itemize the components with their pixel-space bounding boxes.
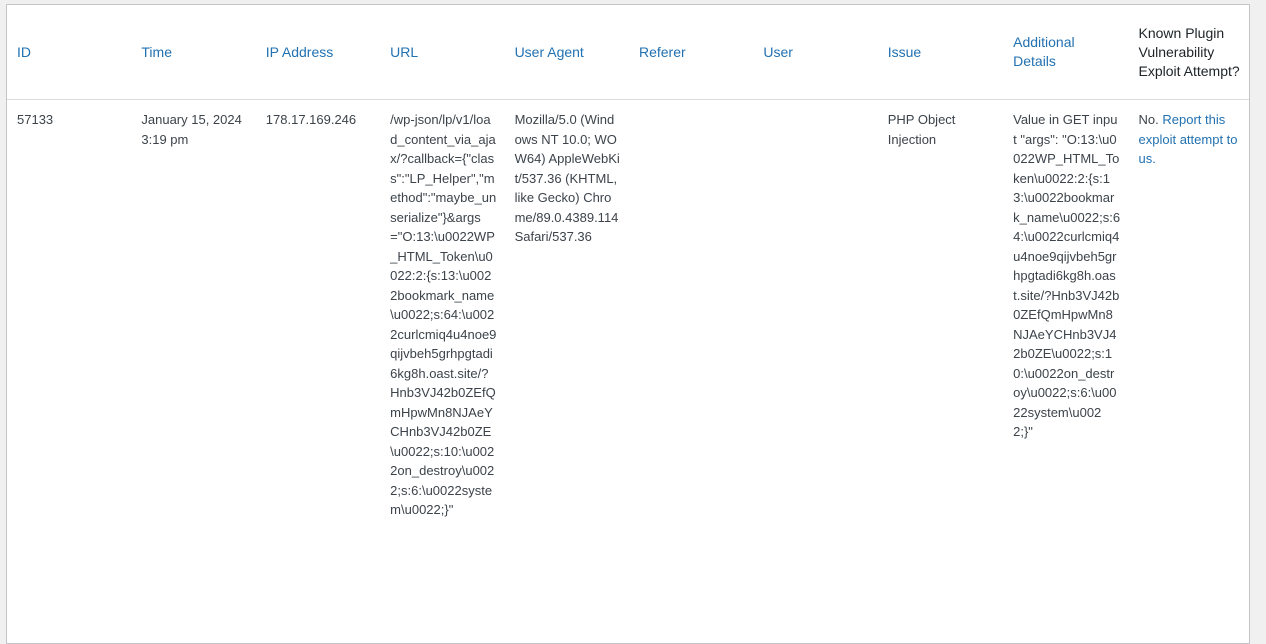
cell-known-prefix: No. <box>1138 112 1159 127</box>
column-header-user[interactable]: User <box>753 5 878 100</box>
header-row: ID Time IP Address URL User Agent Refere… <box>7 5 1249 100</box>
cell-url-value: /wp-json/lp/v1/load_content_via_ajax/?ca… <box>390 112 497 517</box>
cell-issue: PHP Object Injection <box>878 100 1003 520</box>
cell-issue-value: PHP Object Injection <box>887 112 956 147</box>
column-header-id[interactable]: ID <box>7 5 132 100</box>
cell-user <box>753 100 877 520</box>
column-header-id-label[interactable]: ID <box>17 44 31 60</box>
column-header-referer[interactable]: Referer <box>628 5 754 100</box>
column-header-details[interactable]: Additional Details <box>1003 5 1129 100</box>
cell-url: /wp-json/lp/v1/load_content_via_ajax/?ca… <box>380 100 504 520</box>
column-header-time[interactable]: Time <box>131 5 256 100</box>
cell-details-value: Value in GET input "args": "O:13:\u0022W… <box>1013 112 1121 439</box>
cell-user-agent: Mozilla/5.0 (Windows NT 10.0; WOW64) App… <box>505 100 629 520</box>
cell-details: Value in GET input "args": "O:13:\u0022W… <box>1003 100 1128 520</box>
column-header-user-agent[interactable]: User Agent <box>504 5 629 100</box>
column-header-known: Known Plugin Vulnerability Exploit Attem… <box>1128 5 1249 100</box>
cell-known: No. Report this exploit attempt to us. <box>1129 100 1249 520</box>
cell-time-clock: 3:19 pm <box>141 131 189 147</box>
cell-user-agent-value: Mozilla/5.0 (Windows NT 10.0; WOW64) App… <box>514 112 620 244</box>
cell-ip: 178.17.169.246 <box>256 100 380 520</box>
column-header-known-label: Known Plugin Vulnerability Exploit Attem… <box>1138 24 1240 79</box>
column-header-url-label[interactable]: URL <box>390 44 418 60</box>
cell-time: January 15, 2024 3:19 pm <box>131 100 255 520</box>
security-log-table-container: ID Time IP Address URL User Agent Refere… <box>6 4 1250 644</box>
table-header: ID Time IP Address URL User Agent Refere… <box>7 5 1249 100</box>
column-header-ip[interactable]: IP Address <box>255 5 381 100</box>
column-header-time-label[interactable]: Time <box>141 44 172 60</box>
cell-ip-value: 178.17.169.246 <box>265 112 357 127</box>
cell-referer <box>629 100 753 520</box>
cell-id: 57133 <box>7 100 131 520</box>
cell-id-value: 57133 <box>17 112 54 127</box>
column-header-issue-label[interactable]: Issue <box>888 44 921 60</box>
column-header-ip-label[interactable]: IP Address <box>266 44 333 60</box>
security-log-table: ID Time IP Address URL User Agent Refere… <box>7 5 1249 520</box>
table-row: 57133 January 15, 2024 3:19 pm 178.17.16… <box>7 100 1249 520</box>
column-header-issue[interactable]: Issue <box>877 5 1004 100</box>
column-header-url[interactable]: URL <box>380 5 505 100</box>
column-header-user-agent-label[interactable]: User Agent <box>515 44 584 60</box>
column-header-referer-label[interactable]: Referer <box>639 44 686 60</box>
column-header-user-label[interactable]: User <box>763 44 793 60</box>
cell-time-date: January 15, 2024 <box>141 112 242 127</box>
column-header-details-label[interactable]: Additional Details <box>1013 34 1075 69</box>
table-body: 57133 January 15, 2024 3:19 pm 178.17.16… <box>7 100 1249 520</box>
